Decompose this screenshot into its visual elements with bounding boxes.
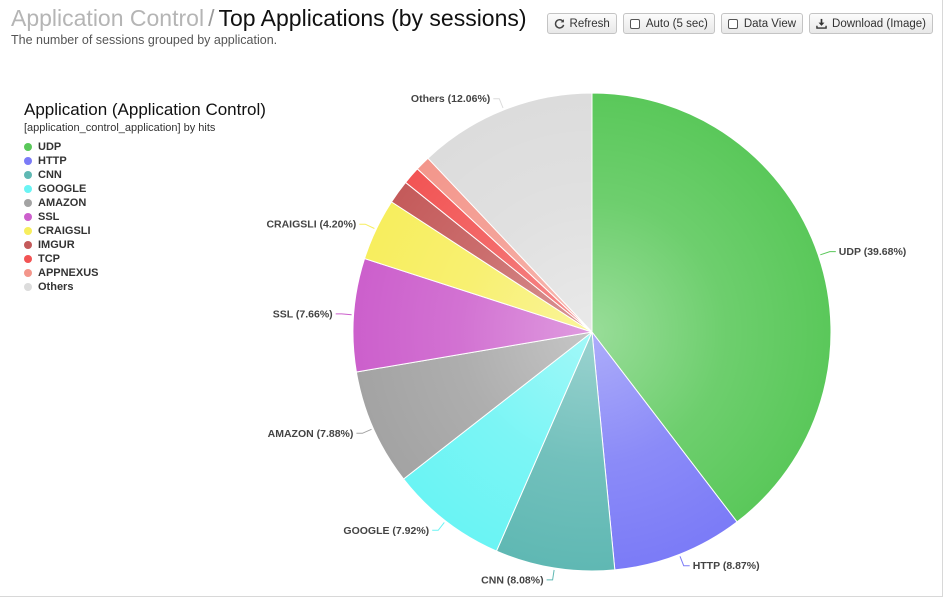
pie-label-connector: [493, 98, 504, 109]
pie-label-cnn: CNN (8.08%): [481, 574, 543, 586]
pie-label-amazon: AMAZON (7.88%): [268, 428, 354, 440]
pie-label-connector: [359, 223, 375, 229]
pie-label-connector: [335, 313, 352, 316]
pie-label-craigsli: CRAIGSLI (4.20%): [266, 219, 356, 231]
pie-label-http: HTTP (8.87%): [693, 560, 760, 572]
pie-label-others: Others (12.06%): [411, 93, 490, 105]
pie-label-connector: [679, 556, 690, 567]
pie-label-connector: [432, 522, 445, 531]
pie-label-connector: [546, 569, 555, 581]
pie-label-connector: [820, 251, 836, 256]
pie-slices: [352, 92, 832, 572]
pie-label-udp: UDP (39.68%): [839, 246, 907, 258]
pie-label-ssl: SSL (7.66%): [273, 308, 333, 320]
pie-label-google: GOOGLE (7.92%): [343, 525, 429, 537]
pie-chart: UDP (39.68%) HTTP (8.87%) CNN (8.08%) GOOGL…: [266, 92, 907, 586]
pie-label-connector: [356, 428, 372, 434]
